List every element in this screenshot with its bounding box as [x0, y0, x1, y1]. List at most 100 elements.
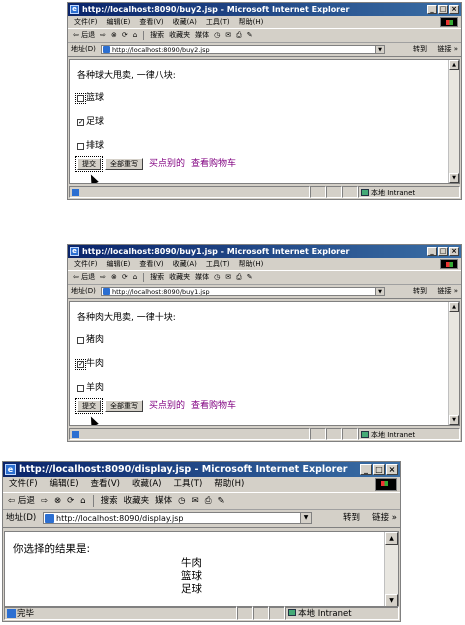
links-button[interactable]: 链接 »: [372, 510, 397, 527]
checkbox-mutton[interactable]: [77, 384, 84, 392]
home-button[interactable]: ⌂: [80, 493, 85, 509]
maximize-button[interactable]: □: [438, 247, 448, 256]
minimize-button[interactable]: _: [360, 464, 372, 475]
buy-other-link[interactable]: 买点别的: [149, 158, 185, 170]
menu-edit[interactable]: 编辑(E): [50, 477, 79, 492]
close-button[interactable]: ×: [449, 247, 459, 256]
vertical-scrollbar[interactable]: ▲ ▼: [384, 532, 398, 607]
reset-button[interactable]: 全部重写: [105, 400, 143, 412]
menu-tools[interactable]: 工具(T): [206, 258, 230, 270]
menu-help[interactable]: 帮助(H): [214, 477, 244, 492]
menu-favorites[interactable]: 收藏(A): [132, 477, 161, 492]
favorites-button[interactable]: 收藏夹: [169, 271, 190, 284]
mail-button[interactable]: ✉: [225, 29, 231, 42]
edit-button[interactable]: ✎: [247, 29, 253, 42]
edit-button[interactable]: ✎: [218, 493, 225, 509]
print-button[interactable]: ⎙: [236, 271, 242, 284]
checkbox-pork[interactable]: [77, 336, 84, 344]
stop-button[interactable]: ⊗: [111, 271, 117, 284]
menu-edit[interactable]: 编辑(E): [107, 258, 131, 270]
address-dropdown-icon[interactable]: ▼: [375, 288, 384, 295]
menu-view[interactable]: 查看(V): [139, 258, 163, 270]
minimize-button[interactable]: _: [427, 247, 437, 256]
menu-view[interactable]: 查看(V): [91, 477, 120, 492]
search-button[interactable]: 搜索: [150, 29, 164, 42]
menu-view[interactable]: 查看(V): [139, 16, 163, 28]
search-button[interactable]: 搜索: [101, 493, 118, 509]
checkbox-basketball[interactable]: [75, 92, 86, 104]
menu-file[interactable]: 文件(F): [9, 477, 38, 492]
menu-tools[interactable]: 工具(T): [206, 16, 230, 28]
title-bar[interactable]: e http://localhost:8090/buy1.jsp - Micro…: [68, 245, 461, 258]
menu-file[interactable]: 文件(F): [74, 258, 98, 270]
vertical-scrollbar[interactable]: ▲ ▼: [448, 60, 459, 183]
back-button[interactable]: ⇦ 后退: [8, 493, 35, 509]
menu-tools[interactable]: 工具(T): [173, 477, 202, 492]
mail-button[interactable]: ✉: [225, 271, 231, 284]
home-button[interactable]: ⌂: [133, 271, 137, 284]
scroll-down-icon[interactable]: ▼: [449, 415, 459, 425]
mail-button[interactable]: ✉: [192, 493, 199, 509]
view-cart-link[interactable]: 查看购物车: [191, 400, 236, 412]
scroll-up-icon[interactable]: ▲: [449, 60, 459, 70]
checkbox-beef[interactable]: ✓: [75, 358, 86, 370]
history-button[interactable]: ◷: [214, 271, 220, 284]
scroll-down-icon[interactable]: ▼: [449, 173, 459, 183]
favorites-button[interactable]: 收藏夹: [169, 29, 190, 42]
buy-other-link[interactable]: 买点别的: [149, 400, 185, 412]
submit-button[interactable]: 提交: [75, 398, 103, 414]
menu-file[interactable]: 文件(F): [74, 16, 98, 28]
address-dropdown-icon[interactable]: ▼: [300, 513, 311, 523]
forward-button[interactable]: ⇨: [41, 493, 48, 509]
history-button[interactable]: ◷: [214, 29, 220, 42]
checkbox-football[interactable]: ✓: [77, 118, 84, 126]
menu-favorites[interactable]: 收藏(A): [173, 16, 197, 28]
stop-button[interactable]: ⊗: [111, 29, 117, 42]
go-button[interactable]: 转到: [343, 510, 360, 527]
maximize-button[interactable]: □: [438, 5, 448, 14]
checkbox-volleyball[interactable]: [77, 142, 84, 150]
go-button[interactable]: 转到: [413, 43, 427, 56]
forward-button[interactable]: ⇨: [100, 271, 106, 284]
close-button[interactable]: ×: [386, 464, 398, 475]
menu-help[interactable]: 帮助(H): [239, 16, 264, 28]
edit-button[interactable]: ✎: [247, 271, 253, 284]
media-button[interactable]: 媒体: [195, 271, 209, 284]
refresh-button[interactable]: ⟳: [122, 29, 128, 42]
stop-button[interactable]: ⊗: [54, 493, 61, 509]
go-button[interactable]: 转到: [413, 285, 427, 298]
media-button[interactable]: 媒体: [195, 29, 209, 42]
print-button[interactable]: ⎙: [236, 29, 242, 42]
back-button[interactable]: ⇦ 后退: [73, 271, 95, 284]
minimize-button[interactable]: _: [427, 5, 437, 14]
address-input[interactable]: http://localhost:8090/buy1.jsp ▼: [101, 287, 385, 296]
reset-button[interactable]: 全部重写: [105, 158, 143, 170]
home-button[interactable]: ⌂: [133, 29, 137, 42]
address-input[interactable]: http://localhost:8090/display.jsp ▼: [43, 512, 312, 524]
address-dropdown-icon[interactable]: ▼: [375, 46, 384, 53]
print-button[interactable]: ⎙: [205, 493, 212, 509]
vertical-scrollbar[interactable]: ▲ ▼: [448, 302, 459, 425]
scroll-up-icon[interactable]: ▲: [385, 532, 398, 545]
view-cart-link[interactable]: 查看购物车: [191, 158, 236, 170]
address-input[interactable]: http://localhost:8090/buy2.jsp ▼: [101, 45, 385, 54]
forward-button[interactable]: ⇨: [100, 29, 106, 42]
maximize-button[interactable]: □: [373, 464, 385, 475]
close-button[interactable]: ×: [449, 5, 459, 14]
submit-button[interactable]: 提交: [75, 156, 103, 172]
refresh-button[interactable]: ⟳: [67, 493, 74, 509]
links-button[interactable]: 链接 »: [437, 285, 458, 298]
favorites-button[interactable]: 收藏夹: [124, 493, 150, 509]
menu-edit[interactable]: 编辑(E): [107, 16, 131, 28]
scroll-up-icon[interactable]: ▲: [449, 302, 459, 312]
media-button[interactable]: 媒体: [155, 493, 172, 509]
back-button[interactable]: ⇦ 后退: [73, 29, 95, 42]
title-bar[interactable]: e http://localhost:8090/display.jsp - Mi…: [3, 462, 400, 477]
menu-favorites[interactable]: 收藏(A): [173, 258, 197, 270]
links-button[interactable]: 链接 »: [437, 43, 458, 56]
menu-help[interactable]: 帮助(H): [239, 258, 264, 270]
title-bar[interactable]: e http://localhost:8090/buy2.jsp - Micro…: [68, 3, 461, 16]
history-button[interactable]: ◷: [178, 493, 185, 509]
search-button[interactable]: 搜索: [150, 271, 164, 284]
refresh-button[interactable]: ⟳: [122, 271, 128, 284]
